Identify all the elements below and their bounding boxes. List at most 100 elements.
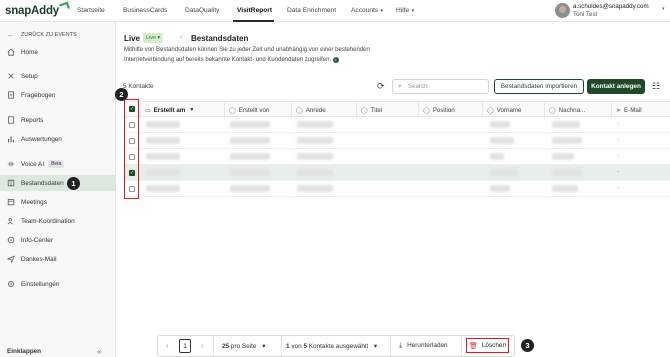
table-row[interactable]: - xyxy=(124,149,670,165)
table-row[interactable]: - xyxy=(124,117,670,133)
search-input[interactable]: ⌕ Search xyxy=(392,79,489,94)
blurred-cell xyxy=(552,169,582,176)
blurred-cell xyxy=(230,169,270,176)
column-header-email[interactable]: ➤ E-Mail xyxy=(611,102,670,118)
user-name[interactable]: Toni Test xyxy=(573,11,597,18)
column-header-erstellt-von[interactable]: ◯ Erstellt von xyxy=(224,102,291,118)
sidebar-item-team-koordination[interactable]: Team-Koordination xyxy=(0,213,116,229)
snapaddy-logo[interactable]: snapAddy xyxy=(5,1,70,17)
create-contact-button[interactable]: Kontakt anlegen xyxy=(587,79,645,94)
blurred-cell xyxy=(490,137,514,144)
sidebar-item-einstellungen[interactable]: Einstellungen xyxy=(0,276,116,292)
sidebar-item-bestandsdaten[interactable]: Bestandsdaten xyxy=(0,175,116,191)
delete-button[interactable]: 🗑 Löschen xyxy=(466,338,509,353)
column-label: Erstellt am xyxy=(153,106,186,114)
chevron-down-icon: ▾ xyxy=(410,8,415,14)
column-header-titel[interactable]: ◯ Titel xyxy=(356,102,418,118)
blurred-cell xyxy=(552,153,574,160)
table-row[interactable]: - xyxy=(124,133,670,149)
sidebar-item-setup[interactable]: Setup xyxy=(0,68,116,84)
selection-count: 1 xyxy=(286,343,290,350)
sidebar-item-meetings[interactable]: Meetings xyxy=(0,194,116,210)
nav-visitreport[interactable]: VisitReport xyxy=(237,7,272,14)
breadcrumb-live[interactable]: Live xyxy=(124,34,140,43)
column-settings-icon[interactable]: ☷ xyxy=(652,81,660,92)
blurred-cell xyxy=(146,153,180,160)
sidebar-item-info-center[interactable]: Info-Center xyxy=(0,232,116,248)
nav-accounts[interactable]: Accounts ▾ xyxy=(351,7,383,14)
collapse-chevrons-icon[interactable]: « xyxy=(97,347,101,356)
column-label: Anrede xyxy=(305,106,326,114)
column-header-erstellt-am[interactable]: ▭ Erstellt am ▼ xyxy=(140,102,224,118)
book-icon xyxy=(6,179,15,188)
nav-businesscards[interactable]: BusinessCards xyxy=(123,7,167,14)
sidebar-item-label: Setup xyxy=(21,72,38,80)
checkbox-column-highlight xyxy=(124,99,139,199)
table-row[interactable]: - xyxy=(124,165,670,181)
import-button[interactable]: Bestandsdaten importieren xyxy=(494,79,584,94)
sidebar: ← ZURÜCK ZU EVENTS Home Setup Fragebogen… xyxy=(0,22,116,357)
column-label: Erstellt von xyxy=(238,106,270,114)
selection-status[interactable]: 1 von 5 Kontakte ausgewählt ▾ xyxy=(286,342,377,350)
sidebar-item-auswertungen[interactable]: Auswertungen xyxy=(0,131,116,147)
column-header-position[interactable]: ◯ Position xyxy=(418,102,482,118)
nav-hilfe[interactable]: Hilfe ▾ xyxy=(396,7,414,14)
chevron-down-icon: ▾ xyxy=(262,343,266,350)
prev-page-icon[interactable]: ‹ xyxy=(166,341,169,350)
column-label: Nachna... xyxy=(558,106,586,114)
current-page[interactable]: 1 xyxy=(179,339,191,353)
contact-count: 5 Kontakte xyxy=(123,83,154,90)
divider xyxy=(213,336,214,356)
table-row[interactable]: - xyxy=(124,181,670,197)
column-label: Titel xyxy=(370,106,383,114)
send-icon xyxy=(6,255,15,264)
logo-check-icon xyxy=(59,1,70,12)
per-page-suffix: pro Seite xyxy=(230,343,257,350)
title-icon: ◯ xyxy=(361,107,368,114)
blurred-cell xyxy=(490,185,510,192)
column-header-anrede[interactable]: ◯ Anrede xyxy=(291,102,356,118)
sidebar-item-dankes-mail[interactable]: Dankes-Mail xyxy=(0,251,116,267)
nav-dataquality[interactable]: DataQuality xyxy=(185,7,219,14)
team-icon xyxy=(6,217,15,226)
info-icon[interactable]: i xyxy=(332,56,339,63)
sidebar-item-home[interactable]: Home xyxy=(0,44,116,60)
beta-badge: Beta xyxy=(48,160,65,168)
refresh-icon[interactable]: ⟳ xyxy=(377,81,385,92)
info-icon xyxy=(6,236,15,245)
nav-startseite[interactable]: Startseite xyxy=(77,7,105,14)
nav-data-enrichment[interactable]: Data Enrichment xyxy=(287,7,336,14)
sidebar-item-fragebogen[interactable]: Fragebogen xyxy=(0,87,116,103)
back-to-events-link[interactable]: ← ZURÜCK ZU EVENTS xyxy=(0,27,116,43)
search-icon: ⌕ xyxy=(398,82,402,90)
blurred-cell xyxy=(552,137,582,144)
sidebar-item-label: Team-Koordination xyxy=(21,217,75,225)
column-header-vorname[interactable]: ◯ Vorname xyxy=(482,102,544,118)
sort-desc-icon[interactable]: ▼ xyxy=(189,107,194,113)
setup-icon xyxy=(6,72,15,81)
collapse-sidebar-label[interactable]: Einklappen xyxy=(7,348,41,355)
blurred-cell xyxy=(552,185,578,192)
calendar-icon xyxy=(6,198,15,207)
live-status-dropdown[interactable]: Live ▾ xyxy=(143,33,164,43)
blurred-cell xyxy=(297,137,333,144)
blurred-cell xyxy=(230,121,270,128)
sidebar-item-label: Bestandsdaten xyxy=(21,179,64,187)
blurred-cell xyxy=(297,153,333,160)
avatar[interactable] xyxy=(555,3,570,18)
sidebar-item-voice-ai[interactable]: Voice AI Beta xyxy=(0,156,116,172)
per-page-select[interactable]: 25 pro Seite ▾ xyxy=(222,342,265,350)
position-icon: ◯ xyxy=(423,107,430,114)
top-navigation: snapAddy Startseite BusinessCards DataQu… xyxy=(0,0,670,22)
download-button[interactable]: ⤓ Herunterladen xyxy=(399,342,448,350)
user-menu-chevron-icon[interactable]: ▾ xyxy=(662,6,665,12)
blurred-cell xyxy=(230,137,270,144)
sidebar-item-reports[interactable]: Reports xyxy=(0,112,116,128)
column-header-nachname[interactable]: ◯ Nachna... xyxy=(544,102,611,118)
blurred-cell xyxy=(297,185,333,192)
user-email[interactable]: a.schuldes@snapaddy.com xyxy=(573,3,649,10)
page-title: Bestandsdaten xyxy=(191,34,249,43)
column-label: Vorname xyxy=(496,106,522,114)
next-page-icon[interactable]: › xyxy=(201,341,204,350)
blurred-cell xyxy=(230,153,270,160)
